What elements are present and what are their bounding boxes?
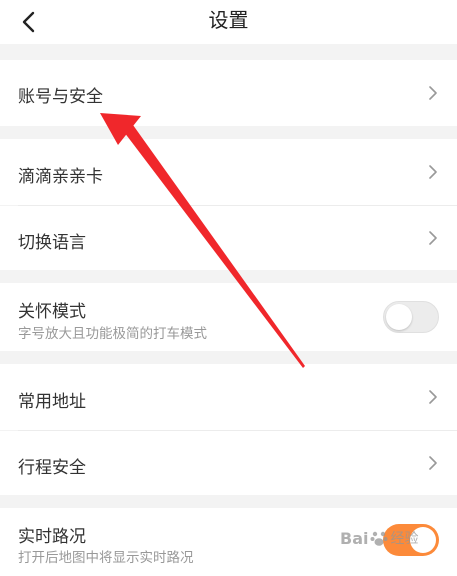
settings-item-didi-family-card[interactable]: 滴滴亲亲卡 <box>0 139 457 205</box>
paw-icon <box>370 531 388 546</box>
baidu-jingyan-watermark: Bai 经验 <box>340 528 418 548</box>
settings-item-label: 关怀模式 <box>18 302 86 322</box>
watermark-text: Bai <box>340 528 369 548</box>
toggle-knob <box>386 304 412 330</box>
settings-item-label: 滴滴亲亲卡 <box>18 167 103 187</box>
settings-item-label: 实时路况 <box>18 527 86 547</box>
settings-item-label: 行程安全 <box>18 458 86 478</box>
settings-item-label: 切换语言 <box>18 233 86 253</box>
chevron-right-icon <box>425 231 439 245</box>
care-mode-toggle[interactable] <box>383 301 439 333</box>
chevron-right-icon <box>425 390 439 404</box>
settings-item-description: 字号放大且功能极简的打车模式 <box>18 326 207 342</box>
chevron-right-icon <box>425 86 439 100</box>
watermark-text: 经验 <box>390 531 419 547</box>
nav-bar: 设置 <box>0 0 457 44</box>
page-title: 设置 <box>208 8 249 32</box>
settings-item-label: 常用地址 <box>18 392 86 412</box>
settings-item-account-security[interactable]: 账号与安全 <box>0 60 457 126</box>
settings-item-description: 打开后地图中将显示实时路况 <box>18 550 194 566</box>
chevron-right-icon <box>425 456 439 470</box>
settings-item-common-address[interactable]: 常用地址 <box>0 364 457 430</box>
settings-item-switch-language[interactable]: 切换语言 <box>0 206 457 270</box>
settings-item-care-mode: 关怀模式 字号放大且功能极简的打车模式 <box>0 283 457 351</box>
settings-item-label: 账号与安全 <box>18 87 103 107</box>
chevron-right-icon <box>425 165 439 179</box>
settings-item-trip-safety[interactable]: 行程安全 <box>0 431 457 495</box>
